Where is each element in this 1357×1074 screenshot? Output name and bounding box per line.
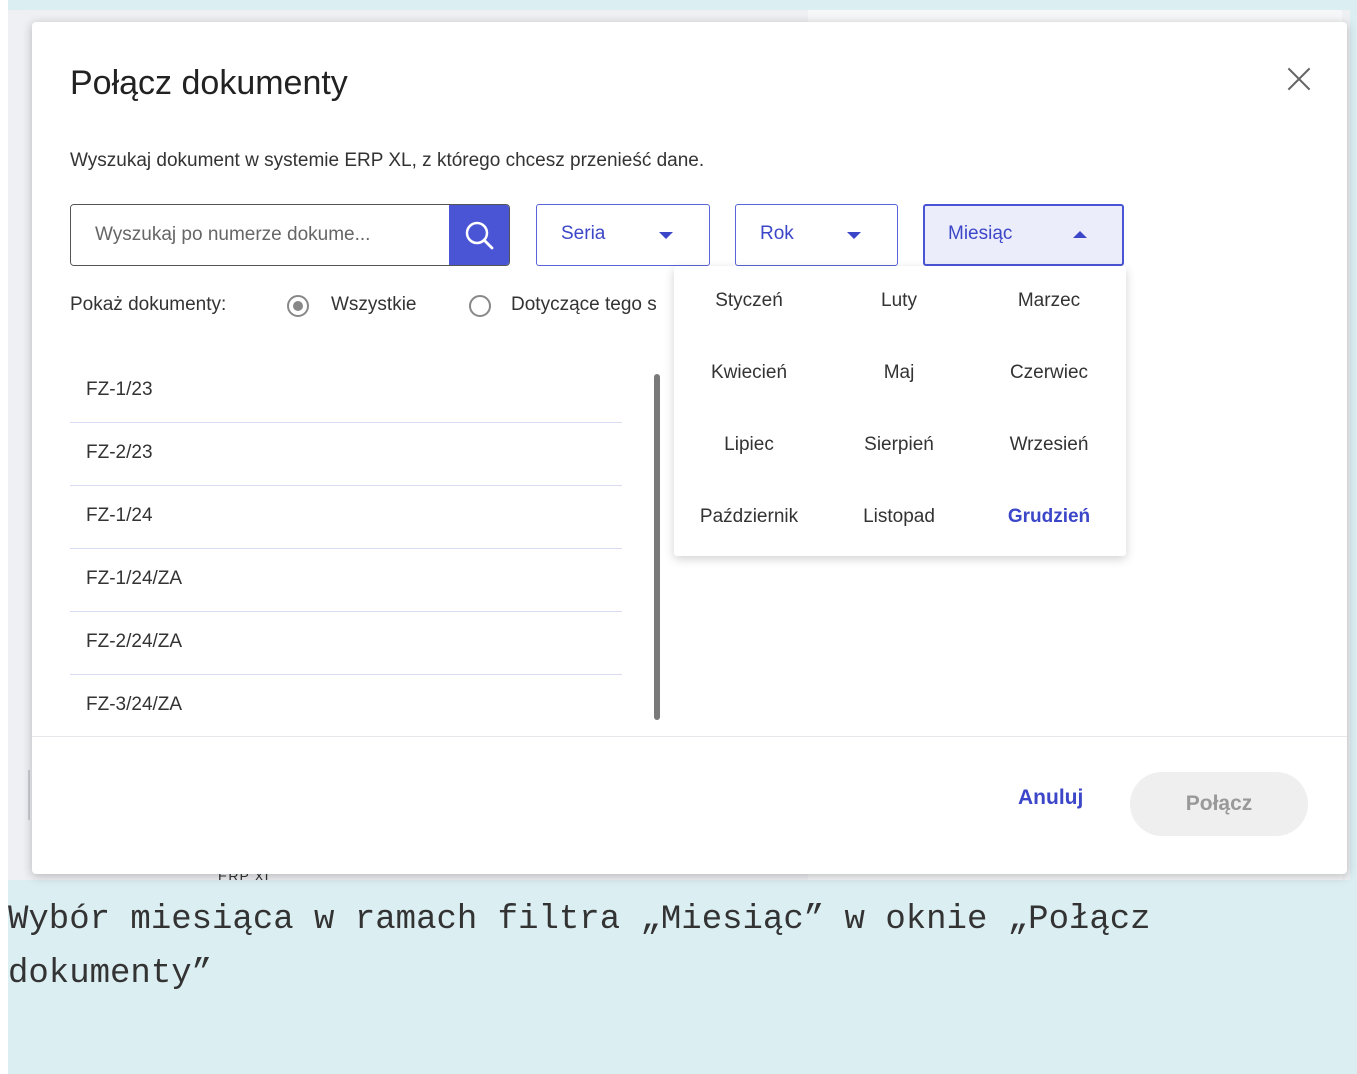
document-number: FZ-1/24/ZA xyxy=(86,568,183,589)
list-scrollbar[interactable] xyxy=(654,374,660,720)
document-number: FZ-2/23 xyxy=(86,442,153,463)
radio-all[interactable] xyxy=(287,295,309,317)
footer-divider xyxy=(32,736,1347,737)
document-number: FZ-3/24/ZA xyxy=(86,694,183,715)
image-caption: Wybór miesiąca w ramach filtra „Miesiąc”… xyxy=(8,893,1357,1001)
caption-line-1: Wybór miesiąca w ramach filtra „Miesiąc”… xyxy=(8,901,1151,939)
month-option[interactable]: Lipiec xyxy=(674,434,824,456)
dialog-subtitle: Wyszukaj dokument w systemie ERP XL, z k… xyxy=(70,150,705,171)
document-number: FZ-1/24 xyxy=(86,505,153,526)
show-documents-label: Pokaż dokumenty: xyxy=(70,294,227,315)
radio-all-label[interactable]: Wszystkie xyxy=(331,294,417,316)
month-option[interactable]: Styczeń xyxy=(674,290,824,312)
month-option[interactable]: Październik xyxy=(674,506,824,528)
list-item[interactable]: FZ-1/24/ZA xyxy=(70,549,622,612)
document-list: FZ-1/23 FZ-2/23 FZ-1/24 FZ-1/24/ZA FZ-2/… xyxy=(70,360,622,737)
search-button[interactable] xyxy=(449,205,509,265)
list-item[interactable]: FZ-2/23 xyxy=(70,423,622,486)
month-option[interactable]: Luty xyxy=(824,290,974,312)
radio-related-label[interactable]: Dotyczące tego s xyxy=(511,294,677,316)
month-dropdown-label: Miesiąc xyxy=(948,223,1013,244)
chevron-down-icon xyxy=(847,232,861,239)
list-item[interactable]: FZ-2/24/ZA xyxy=(70,612,622,675)
month-option[interactable]: Wrzesień xyxy=(974,434,1124,456)
series-dropdown-label: Seria xyxy=(561,223,606,244)
search-input[interactable] xyxy=(71,205,449,265)
connect-button[interactable]: Połącz xyxy=(1130,772,1308,836)
page-margin xyxy=(0,0,8,1074)
dialog-title: Połącz dokumenty xyxy=(70,64,348,102)
list-item[interactable]: FZ-1/23 xyxy=(70,360,622,423)
list-item[interactable]: FZ-1/24 xyxy=(70,486,622,549)
year-dropdown[interactable]: Rok xyxy=(735,204,898,266)
month-option[interactable]: Czerwiec xyxy=(974,362,1124,384)
caption-line-2: dokumenty” xyxy=(8,955,213,993)
search-icon xyxy=(465,221,494,250)
month-option[interactable]: Maj xyxy=(824,362,974,384)
series-dropdown[interactable]: Seria xyxy=(536,204,710,266)
month-dropdown[interactable]: Miesiąc xyxy=(923,204,1124,266)
cancel-button[interactable]: Anuluj xyxy=(1018,786,1083,810)
month-picker-popup: Styczeń Luty Marzec Kwiecień Maj Czerwie… xyxy=(674,266,1126,556)
radio-related[interactable] xyxy=(469,295,491,317)
list-item[interactable]: FZ-3/24/ZA xyxy=(70,675,622,737)
month-option-selected[interactable]: Grudzień xyxy=(974,506,1124,528)
document-number: FZ-2/24/ZA xyxy=(86,631,183,652)
year-dropdown-label: Rok xyxy=(760,223,794,244)
chevron-down-icon xyxy=(659,232,673,239)
chevron-up-icon xyxy=(1073,231,1087,238)
month-option[interactable]: Listopad xyxy=(824,506,974,528)
month-option[interactable]: Sierpień xyxy=(824,434,974,456)
document-number: FZ-1/23 xyxy=(86,379,153,400)
close-icon[interactable] xyxy=(1282,62,1316,96)
connect-documents-dialog: Połącz dokumenty Wyszukaj dokument w sys… xyxy=(32,22,1347,874)
background-divider xyxy=(28,770,30,820)
search-box xyxy=(70,204,510,266)
month-option[interactable]: Kwiecień xyxy=(674,362,824,384)
month-option[interactable]: Marzec xyxy=(974,290,1124,312)
